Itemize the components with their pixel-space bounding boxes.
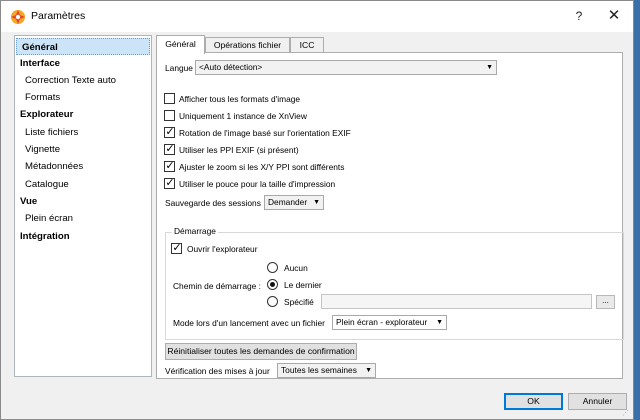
- chevron-down-icon: ▼: [486, 64, 493, 71]
- language-select[interactable]: <Auto détection> ▼: [195, 60, 497, 75]
- checkmark-icon: ✓: [165, 177, 175, 189]
- sidebar-item-integration[interactable]: Intégration: [15, 228, 151, 245]
- settings-dialog: Paramètres ? ✕ Général Interface Correct…: [0, 0, 634, 420]
- close-button[interactable]: ✕: [601, 5, 627, 27]
- help-button[interactable]: ?: [566, 5, 592, 27]
- xnview-app-icon: [11, 10, 25, 24]
- startup-last-label: Le dernier: [284, 280, 322, 290]
- sidebar-item-file-list[interactable]: Liste fichiers: [15, 124, 151, 141]
- settings-sidebar: Général Interface Correction Texte auto …: [14, 35, 152, 377]
- startup-none-radio[interactable]: [267, 262, 278, 273]
- ok-button[interactable]: OK: [504, 393, 563, 410]
- startup-last-radio[interactable]: [267, 279, 278, 290]
- sidebar-item-autocorrect[interactable]: Correction Texte auto: [15, 72, 151, 89]
- startup-group-title: Démarrage: [172, 226, 218, 236]
- sidebar-item-catalog[interactable]: Catalogue: [15, 176, 151, 193]
- launch-mode-label: Mode lors d'un lancement avec un fichier: [173, 318, 325, 328]
- checkmark-icon: ✓: [165, 126, 175, 138]
- sidebar-item-metadata[interactable]: Métadonnées: [15, 158, 151, 175]
- chevron-down-icon: ▼: [313, 199, 320, 206]
- single-instance-checkbox[interactable]: [164, 110, 175, 121]
- session-select[interactable]: Demander ▼: [264, 195, 324, 210]
- chevron-down-icon: ▼: [436, 319, 443, 326]
- exif-rotation-checkbox[interactable]: ✓: [164, 126, 175, 138]
- resize-grip-icon[interactable]: ⋰: [622, 409, 629, 417]
- tab-file-operations[interactable]: Opérations fichier: [205, 37, 290, 53]
- session-select-value: Demander: [268, 197, 308, 207]
- launch-mode-select-value: Plein écran - explorateur: [336, 317, 428, 327]
- specified-path-input[interactable]: [321, 294, 592, 309]
- launch-mode-select[interactable]: Plein écran - explorateur ▼: [332, 315, 447, 330]
- startup-none-label: Aucun: [284, 263, 308, 273]
- tab-general[interactable]: Général: [156, 35, 205, 54]
- startup-specified-label: Spécifié: [284, 297, 314, 307]
- update-check-select[interactable]: Toutes les semaines ▼: [277, 363, 376, 378]
- browse-button[interactable]: ...: [596, 295, 615, 309]
- chevron-down-icon: ▼: [365, 367, 372, 374]
- cancel-button[interactable]: Annuler: [568, 393, 627, 410]
- checkmark-icon: ✓: [172, 242, 182, 254]
- show-all-formats-label: Afficher tous les formats d'image: [179, 94, 301, 104]
- reset-confirmations-button[interactable]: Réinitialiser toutes les demandes de con…: [165, 343, 357, 360]
- checkmark-icon: ✓: [165, 143, 175, 155]
- checkmark-icon: ✓: [165, 160, 175, 172]
- sidebar-item-fullscreen[interactable]: Plein écran: [15, 210, 151, 227]
- sidebar-item-general[interactable]: Général: [16, 38, 150, 55]
- tab-icc[interactable]: ICC: [290, 37, 324, 53]
- use-inch-checkbox[interactable]: ✓: [164, 177, 175, 189]
- session-label: Sauvegarde des sessions: [165, 198, 261, 208]
- sidebar-item-interface[interactable]: Interface: [15, 55, 151, 72]
- sidebar-item-formats[interactable]: Formats: [15, 89, 151, 106]
- exif-ppi-label: Utiliser les PPI EXIF (si présent): [179, 145, 299, 155]
- language-select-value: <Auto détection>: [199, 62, 263, 72]
- show-all-formats-checkbox[interactable]: [164, 93, 175, 104]
- open-browser-label: Ouvrir l'explorateur: [187, 244, 258, 254]
- radio-dot-icon: [270, 282, 275, 287]
- update-check-select-value: Toutes les semaines: [281, 365, 357, 375]
- sidebar-item-view[interactable]: Vue: [15, 193, 151, 210]
- exif-ppi-checkbox[interactable]: ✓: [164, 143, 175, 155]
- adjust-zoom-checkbox[interactable]: ✓: [164, 160, 175, 172]
- title-bar[interactable]: Paramètres ? ✕: [1, 1, 633, 32]
- startup-path-label: Chemin de démarrage :: [173, 281, 261, 291]
- adjust-zoom-label: Ajuster le zoom si les X/Y PPI sont diff…: [179, 162, 345, 172]
- update-check-label: Vérification des mises à jour: [165, 366, 270, 376]
- use-inch-label: Utiliser le pouce pour la taille d'impre…: [179, 179, 336, 189]
- open-browser-checkbox[interactable]: ✓: [171, 242, 182, 254]
- window-title: Paramètres: [31, 10, 86, 22]
- single-instance-label: Uniquement 1 instance de XnView: [179, 111, 307, 121]
- sidebar-item-thumbnail[interactable]: Vignette: [15, 141, 151, 158]
- sidebar-item-browser[interactable]: Explorateur: [15, 106, 151, 123]
- exif-rotation-label: Rotation de l'image basé sur l'orientati…: [179, 128, 351, 138]
- startup-specified-radio[interactable]: [267, 296, 278, 307]
- language-label: Langue: [165, 63, 193, 73]
